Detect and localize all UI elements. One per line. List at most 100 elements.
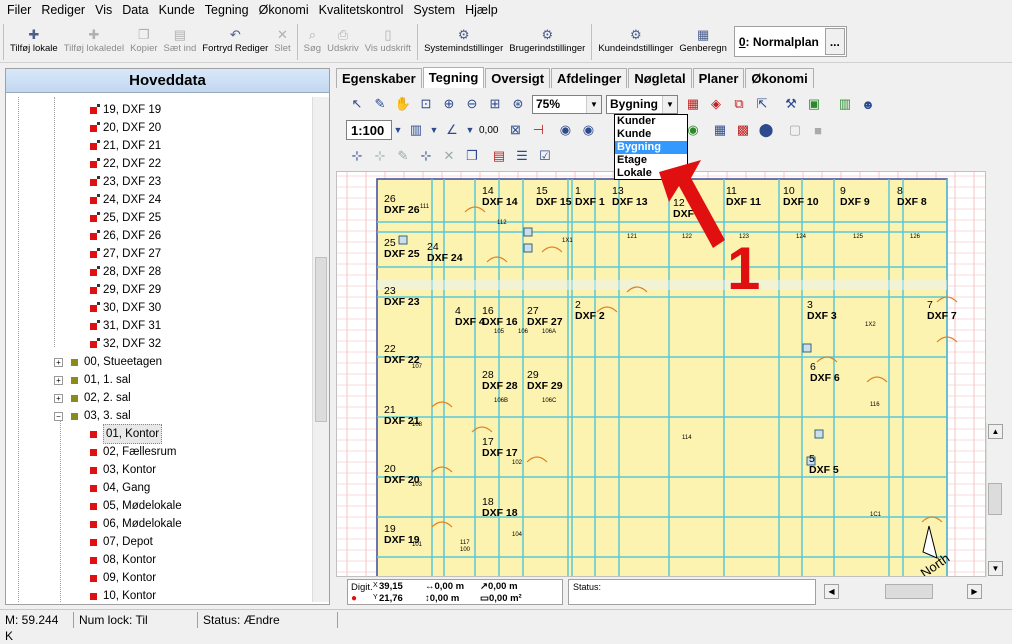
tree-item-dxf[interactable]: 22, DXF 22: [90, 155, 161, 173]
snap-line-icon[interactable]: ⊣: [527, 119, 549, 141]
menu-kvalitetskontrol[interactable]: Kvalitetskontrol: [314, 0, 409, 21]
scroll-left-icon[interactable]: ◀: [824, 584, 839, 599]
chevron-down-icon[interactable]: ▼: [586, 95, 601, 113]
edit-pointer-icon[interactable]: ✎: [369, 93, 391, 115]
level-option-kunder[interactable]: Kunder: [615, 115, 687, 128]
tree-item-room[interactable]: 07, Depot: [90, 533, 153, 551]
eye-icon[interactable]: ◉: [554, 119, 576, 141]
plan-more-button[interactable]: ...: [824, 28, 845, 55]
tab-tegning[interactable]: Tegning: [422, 67, 485, 88]
print-button[interactable]: ⎙ Udskriv: [324, 21, 362, 61]
tab-oversigt[interactable]: Oversigt: [485, 68, 551, 88]
checklist-icon[interactable]: ☑: [534, 145, 556, 167]
customer-settings-button[interactable]: ⚙ Kundeindstillinger: [595, 21, 676, 61]
hscroll-track[interactable]: [840, 584, 966, 599]
copy-button[interactable]: ❐ Kopier: [127, 21, 160, 61]
canvas-vscroll-thumb[interactable]: [988, 483, 1002, 515]
zoom-out-icon[interactable]: ⊖: [461, 93, 483, 115]
tree-item-dxf[interactable]: 21, DXF 21: [90, 137, 161, 155]
expand-icon[interactable]: +: [54, 375, 63, 385]
calendar-icon[interactable]: ▦: [682, 93, 704, 115]
level-combo[interactable]: Bygning ▼: [606, 94, 678, 114]
scroll-right-icon[interactable]: ▶: [967, 584, 982, 599]
tab-afdelinger[interactable]: Afdelinger: [551, 68, 628, 88]
select-group-icon[interactable]: ⊹: [346, 145, 368, 167]
chevron-down-icon[interactable]: ▼: [428, 119, 440, 141]
angle-icon[interactable]: ∠: [441, 119, 463, 141]
tree-item-dxf[interactable]: 26, DXF 26: [90, 227, 161, 245]
zoom-refresh-icon[interactable]: ⊛: [507, 93, 529, 115]
menu-system[interactable]: System: [408, 0, 460, 21]
select-pointer-icon[interactable]: ↖: [346, 93, 368, 115]
scroll-down-icon[interactable]: ▼: [988, 561, 1003, 576]
pencil-icon[interactable]: ✎: [392, 145, 414, 167]
tree-item-room[interactable]: 04, Gang: [90, 479, 150, 497]
chevron-down-icon[interactable]: ▼: [392, 119, 404, 141]
tree-item-floor[interactable]: +01, 1. sal: [54, 371, 131, 389]
collapse-icon[interactable]: −: [54, 411, 63, 421]
tree-item-room[interactable]: 02, Fællesrum: [90, 443, 177, 461]
recalculate-button[interactable]: ▦ Genberegn: [676, 21, 730, 61]
menu-rediger[interactable]: Rediger: [36, 0, 90, 21]
tab-planer[interactable]: Planer: [692, 68, 745, 88]
checklist-red-icon[interactable]: ▤: [488, 145, 510, 167]
pan-hand-icon[interactable]: ✋: [392, 93, 414, 115]
tree-item-dxf[interactable]: 31, DXF 31: [90, 317, 161, 335]
undo-button[interactable]: ↶ Fortryd Rediger: [199, 21, 271, 61]
menu-tegning[interactable]: Tegning: [200, 0, 254, 21]
export-icon[interactable]: ⇱: [751, 93, 773, 115]
menu-kunde[interactable]: Kunde: [154, 0, 200, 21]
tree-item-room[interactable]: 10, Kontor: [90, 587, 156, 602]
canvas-hscroll-thumb[interactable]: [885, 584, 933, 599]
chevron-down-icon[interactable]: ▼: [464, 119, 476, 141]
move-group-icon[interactable]: ⊹: [369, 145, 391, 167]
print-preview-button[interactable]: ▯ Vis udskrift: [362, 21, 414, 61]
menu-data[interactable]: Data: [117, 0, 153, 21]
layer-stop-icon[interactable]: ⬤: [755, 119, 777, 141]
menu-vis[interactable]: Vis: [90, 0, 117, 21]
text-size-icon[interactable]: ▥: [405, 119, 427, 141]
zoom-window-icon[interactable]: ⊡: [415, 93, 437, 115]
tab-nogletal[interactable]: Nøgletal: [628, 68, 692, 88]
copy-object-icon[interactable]: ❐: [461, 145, 483, 167]
tree-item-dxf[interactable]: 25, DXF 25: [90, 209, 161, 227]
tree-item-dxf[interactable]: 32, DXF 32: [90, 335, 161, 353]
tree-item-floor[interactable]: − 03, 3. sal: [54, 407, 131, 425]
tree-scrollbar[interactable]: [312, 97, 329, 602]
paste-button[interactable]: ▤ Sæt ind: [161, 21, 200, 61]
tree-item-room[interactable]: 06, Mødelokale: [90, 515, 182, 533]
diamond-icon[interactable]: ◈: [705, 93, 727, 115]
frame-disabled-icon[interactable]: ▢: [784, 119, 806, 141]
layers-icon[interactable]: ⧉: [728, 93, 750, 115]
node-edit-icon[interactable]: ⊹: [415, 145, 437, 167]
tab-egenskaber[interactable]: Egenskaber: [336, 68, 422, 88]
user-settings-button[interactable]: ⚙ Brugerindstillinger: [506, 21, 588, 61]
expand-icon[interactable]: +: [54, 357, 63, 367]
tree-item-dxf[interactable]: 20, DXF 20: [90, 119, 161, 137]
tab-okonomi[interactable]: Økonomi: [745, 68, 814, 88]
tree-item-room[interactable]: 01, Kontor: [90, 424, 163, 444]
tree-item-floor[interactable]: +00, Stueetagen: [54, 353, 162, 371]
tree-item-dxf[interactable]: 27, DXF 27: [90, 245, 161, 263]
delete-button[interactable]: ✕ Slet: [271, 21, 293, 61]
tree-item-dxf[interactable]: 24, DXF 24: [90, 191, 161, 209]
tree-item-room[interactable]: 05, Mødelokale: [90, 497, 182, 515]
layer-table-icon[interactable]: ▦: [709, 119, 731, 141]
zoom-in-icon[interactable]: ⊕: [438, 93, 460, 115]
delete-x-icon[interactable]: ✕: [438, 145, 460, 167]
tree-scrollbar-thumb[interactable]: [315, 257, 327, 422]
expand-icon[interactable]: +: [54, 393, 63, 403]
tree-item-room[interactable]: 08, Kontor: [90, 551, 156, 569]
level-option-bygning[interactable]: Bygning: [615, 141, 687, 154]
tree-item-dxf[interactable]: 29, DXF 29: [90, 281, 161, 299]
zoom-fit-icon[interactable]: ⊞: [484, 93, 506, 115]
image-icon[interactable]: ▣: [803, 93, 825, 115]
add-room-part-button[interactable]: ✚ Tilføj lokaledel: [61, 21, 127, 61]
scale-field[interactable]: 1:100: [346, 120, 392, 140]
chevron-down-icon[interactable]: ▼: [662, 95, 677, 113]
eye-fill-icon[interactable]: ◉: [577, 119, 599, 141]
data-tree[interactable]: 19, DXF 19 20, DXF 20 21, DXF 21 22, DXF 22…: [6, 97, 311, 602]
canvas-horizontal-scrollbar[interactable]: ◀ ▶: [823, 583, 983, 600]
tree-item-room[interactable]: 09, Kontor: [90, 569, 156, 587]
add-room-button[interactable]: ✚ Tilføj lokale: [7, 21, 61, 61]
